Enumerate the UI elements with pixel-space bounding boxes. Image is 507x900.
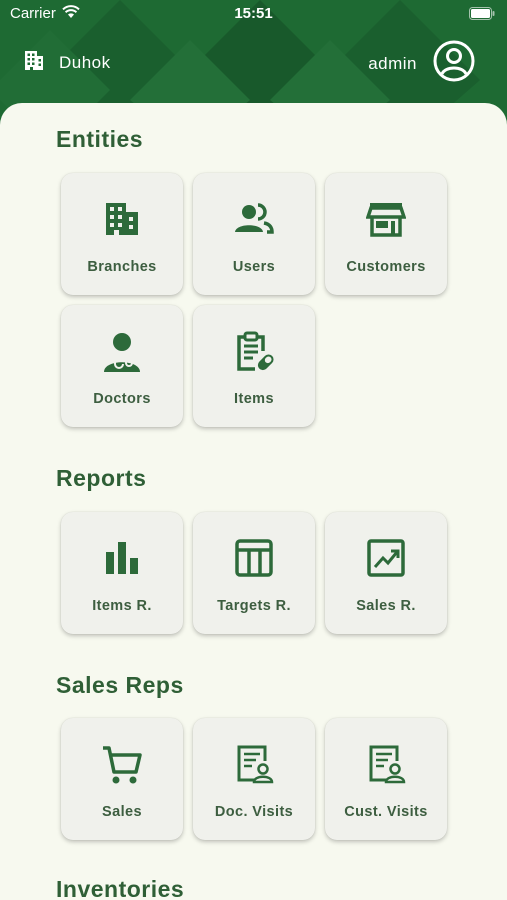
clock: 15:51 [234,5,273,22]
tile-label: Targets R. [217,598,291,614]
branch-name: Duhok [59,52,111,72]
visit-report-icon [193,744,315,784]
tile-label: Customers [346,259,426,275]
doctor-icon [61,331,183,372]
battery-icon [469,7,495,24]
clipboard-pill-icon [193,331,315,371]
section-title-inventories: Inventories [56,876,185,900]
section-title-sales-reps: Sales Reps [56,672,184,698]
tile-label: Users [232,259,276,275]
tile-items[interactable]: Items [193,305,315,427]
user-menu[interactable]: admin [368,40,475,87]
tile-customers[interactable]: Customers [325,173,447,295]
tile-targets-report[interactable]: Targets R. [193,512,315,634]
status-bar: Carrier 15:51 [0,0,507,28]
main-content: Entities Branches Users Customers Doctor… [0,103,507,900]
cart-icon [61,744,183,784]
branch-selector[interactable]: Duhok [22,48,111,77]
building-icon [61,199,183,239]
account-icon[interactable] [433,40,475,87]
tile-doctors[interactable]: Doctors [61,305,183,427]
building-icon [22,48,46,77]
tile-branches[interactable]: Branches [61,173,183,295]
tile-label: Cust. Visits [344,804,428,820]
tile-sales[interactable]: Sales [61,718,183,840]
table-icon [193,538,315,578]
tile-users[interactable]: Users [193,173,315,295]
top-bar: Duhok admin [0,38,507,82]
tile-label: Doc. Visits [214,804,294,820]
tile-label: Sales [102,804,142,820]
tile-label: Branches [87,259,157,275]
trending-chart-icon [325,538,447,578]
tile-label: Sales R. [356,598,416,614]
bar-chart-icon [61,538,183,578]
tile-sales-report[interactable]: Sales R. [325,512,447,634]
tile-label: Items [234,391,274,407]
visit-report-icon [325,744,447,784]
tile-cust-visits[interactable]: Cust. Visits [325,718,447,840]
tile-label: Items R. [92,598,152,614]
section-title-reports: Reports [56,465,147,491]
users-icon [193,199,315,239]
tile-items-report[interactable]: Items R. [61,512,183,634]
tile-doc-visits[interactable]: Doc. Visits [193,718,315,840]
store-icon [325,199,447,239]
username: admin [368,53,417,73]
tile-label: Doctors [93,391,151,407]
section-title-entities: Entities [56,126,144,152]
